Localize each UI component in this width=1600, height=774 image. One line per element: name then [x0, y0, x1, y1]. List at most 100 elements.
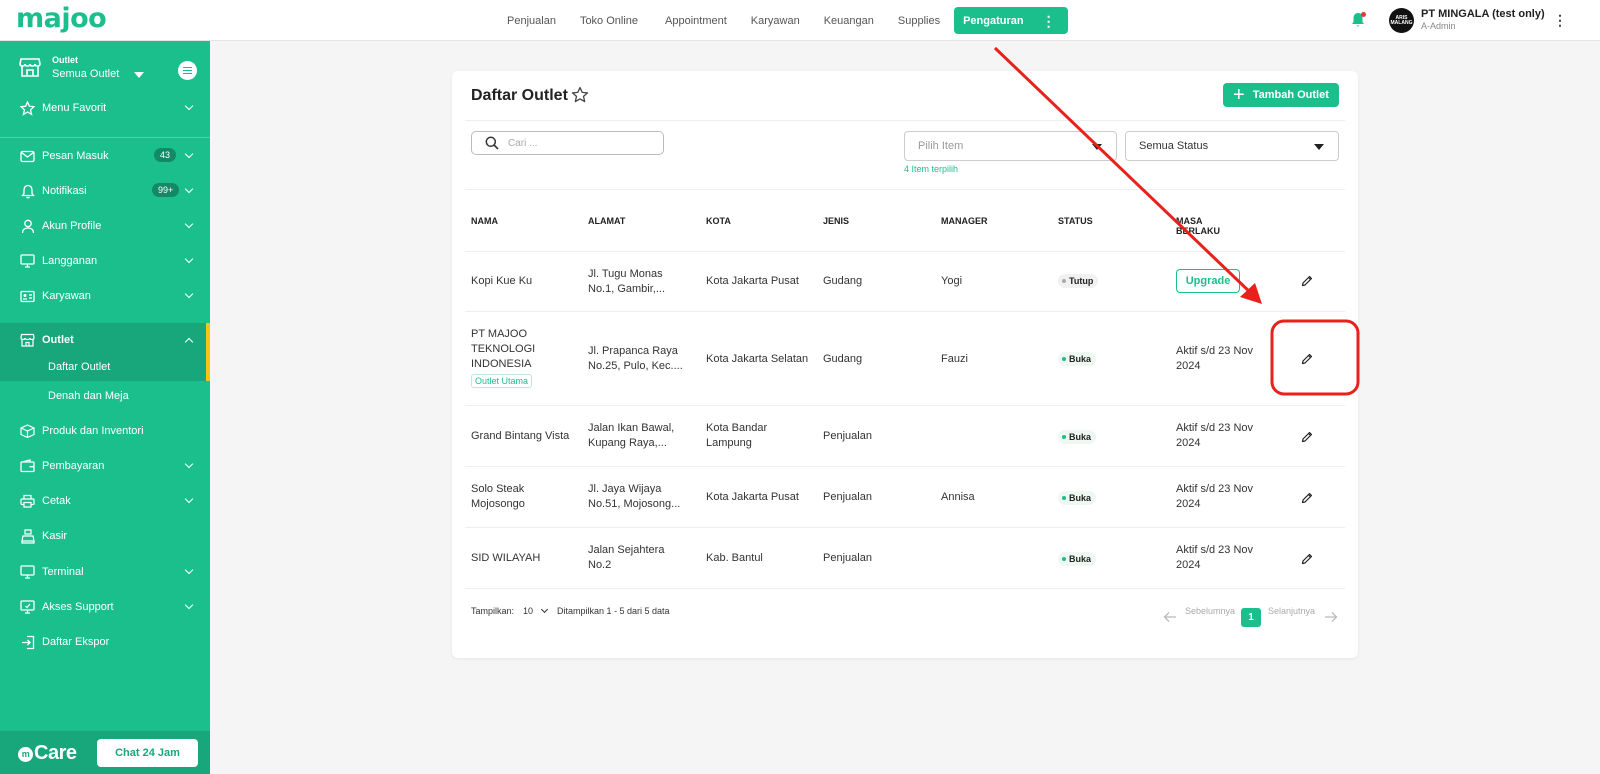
- chevron-down-icon: [184, 565, 194, 575]
- edit-pencil-icon[interactable]: [1301, 492, 1313, 504]
- tambah-outlet-label: Tambah Outlet: [1252, 89, 1329, 101]
- item-filter-select[interactable]: Pilih Item: [904, 131, 1117, 161]
- table-header-divider: [465, 251, 1345, 252]
- outlet-selector-value: Semua Outlet: [52, 68, 120, 80]
- column-header-alamat: ALAMAT: [588, 216, 626, 226]
- items-selected-text: 4 Item terpilih: [904, 164, 959, 174]
- sidebar-item-label: Langganan: [42, 255, 98, 267]
- company-name[interactable]: PT MINGALA (test only): [1421, 8, 1545, 20]
- column-header-nama: NAMA: [471, 216, 498, 226]
- caret-down-icon: [1314, 144, 1324, 150]
- page-number-current[interactable]: 1: [1241, 608, 1261, 627]
- row-divider: [465, 588, 1345, 589]
- arrow-left-icon[interactable]: [1163, 610, 1177, 624]
- outlet-selector[interactable]: Outlet Semua Outlet: [19, 53, 199, 85]
- sidebar-item-pesan-masuk[interactable]: Pesan Masuk 43: [0, 139, 210, 173]
- cell-alamat: Jl. Prapanca Raya No.25, Pulo, Kec....: [588, 345, 683, 372]
- wallet-icon: [20, 459, 35, 474]
- sidebar-item-terminal[interactable]: Terminal: [0, 555, 210, 589]
- sidebar-subitem-daftar-outlet[interactable]: Daftar Outlet: [0, 353, 206, 381]
- cell-masa-berlaku: Aktif s/d 23 Nov 2024: [1176, 544, 1254, 571]
- column-header-masa-berlaku: MASA BERLAKU: [1176, 216, 1220, 236]
- search-icon: [485, 136, 499, 150]
- cell-nama: Kopi Kue Ku: [471, 275, 533, 287]
- chevron-down-icon: [184, 149, 194, 159]
- majoo-logo[interactable]: majoo: [16, 5, 107, 32]
- cell-nama: PT MAJOO TEKNOLOGI INDONESIA: [471, 328, 536, 370]
- search-input[interactable]: [508, 135, 658, 151]
- terminal-icon: [20, 565, 35, 580]
- rows-per-page-select[interactable]: 10: [523, 605, 548, 616]
- nav-keuangan[interactable]: Keuangan: [824, 15, 874, 27]
- status-filter-select[interactable]: Semua Status: [1125, 131, 1339, 161]
- store-icon: [19, 58, 41, 77]
- sidebar-item-cetak[interactable]: Cetak: [0, 484, 210, 518]
- status-dot: [1062, 357, 1066, 361]
- column-header-kota: KOTA: [706, 216, 731, 226]
- chevron-down-icon: [184, 184, 194, 194]
- status-dot: [1062, 435, 1066, 439]
- sidebar-item-akun-profile[interactable]: Akun Profile: [0, 209, 210, 243]
- nav-penjualan[interactable]: Penjualan: [507, 15, 556, 27]
- sidebar-item-kasir[interactable]: Kasir: [0, 519, 210, 553]
- edit-pencil-icon[interactable]: [1301, 431, 1313, 443]
- majoo-care-panel: m Care Chat 24 Jam: [0, 731, 210, 774]
- nav-toko-online[interactable]: Toko Online: [580, 15, 638, 27]
- cell-masa-berlaku: Aktif s/d 23 Nov 2024: [1176, 345, 1254, 372]
- upgrade-button[interactable]: Upgrade: [1176, 269, 1240, 293]
- nav-appointment[interactable]: Appointment: [665, 15, 727, 27]
- filter-divider: [465, 189, 1345, 190]
- favorite-star-icon[interactable]: [571, 86, 589, 104]
- nav-pengaturan[interactable]: Pengaturan ⋮: [954, 7, 1068, 34]
- rows-per-page-label: Tampilkan:: [471, 606, 515, 616]
- cell-alamat: Jl. Jaya Wijaya No.51, Mojosong...: [588, 483, 681, 510]
- user-menu-icon[interactable]: ⋮: [1553, 12, 1567, 29]
- edit-pencil-icon[interactable]: [1301, 353, 1313, 365]
- header-divider: [465, 120, 1345, 121]
- avatar[interactable]: ARIS MALANG: [1389, 8, 1414, 33]
- cell-kota: Kota Jakarta Selatan: [706, 353, 809, 365]
- store-icon: [20, 333, 35, 348]
- edit-pencil-icon[interactable]: [1301, 553, 1313, 565]
- sidebar-item-karyawan[interactable]: Karyawan: [0, 279, 210, 313]
- sidebar-item-menu-favorit[interactable]: Menu Favorit: [0, 91, 210, 125]
- chevron-down-icon: [184, 459, 194, 469]
- edit-pencil-icon[interactable]: [1301, 275, 1313, 287]
- chevron-down-icon: [184, 494, 194, 504]
- sidebar-item-langganan[interactable]: Langganan: [0, 244, 210, 278]
- nav-karyawan[interactable]: Karyawan: [751, 15, 800, 27]
- user-role: A-Admin: [1421, 21, 1456, 31]
- item-filter-placeholder: Pilih Item: [918, 140, 964, 152]
- sidebar-item-label: Outlet: [42, 334, 74, 346]
- sidebar-item-notifikasi[interactable]: Notifikasi 99+: [0, 174, 210, 208]
- cell-kota: Kota Jakarta Pusat: [706, 275, 799, 287]
- count-badge: 99+: [152, 183, 180, 197]
- cell-jenis: Penjualan: [823, 491, 872, 503]
- arrow-right-icon[interactable]: [1324, 610, 1338, 624]
- status-badge: Buka: [1058, 491, 1097, 505]
- sidebar-item-label: Menu Favorit: [42, 102, 107, 114]
- id-card-icon: [20, 289, 35, 304]
- top-nav: Penjualan Toko Online Appointment Karyaw…: [507, 0, 1068, 41]
- sidebar-item-produk-dan-inventori[interactable]: Produk dan Inventori: [0, 414, 210, 448]
- chat-24-jam-button[interactable]: Chat 24 Jam: [97, 739, 198, 767]
- tambah-outlet-button[interactable]: + Tambah Outlet: [1223, 83, 1339, 107]
- cell-masa-berlaku: Aktif s/d 23 Nov 2024: [1176, 483, 1254, 510]
- cell-alamat: Jalan Ikan Bawal, Kupang Raya,...: [588, 422, 675, 449]
- sidebar-item-daftar-ekspor[interactable]: Daftar Ekspor: [0, 625, 210, 659]
- search-box[interactable]: [471, 131, 664, 155]
- status-text: Buka: [1069, 554, 1092, 564]
- sidebar-item-outlet[interactable]: Outlet: [0, 323, 206, 357]
- star-icon: [20, 100, 35, 116]
- more-vertical-icon: ⋮: [1041, 12, 1056, 29]
- nav-supplies[interactable]: Supplies: [898, 15, 940, 27]
- chevron-up-icon: [184, 337, 194, 347]
- notification-bell-icon[interactable]: [1351, 12, 1366, 28]
- sidebar-item-akses-support[interactable]: Akses Support: [0, 590, 210, 624]
- chevron-down-icon: [184, 600, 194, 610]
- next-page-button[interactable]: Selanjutnya: [1268, 606, 1315, 616]
- sidebar-item-pembayaran[interactable]: Pembayaran: [0, 449, 210, 483]
- sidebar-toggle-icon[interactable]: [178, 61, 197, 80]
- previous-page-button[interactable]: Sebelumnya: [1185, 606, 1235, 616]
- sidebar-subitem-denah-dan-meja[interactable]: Denah dan Meja: [0, 382, 206, 410]
